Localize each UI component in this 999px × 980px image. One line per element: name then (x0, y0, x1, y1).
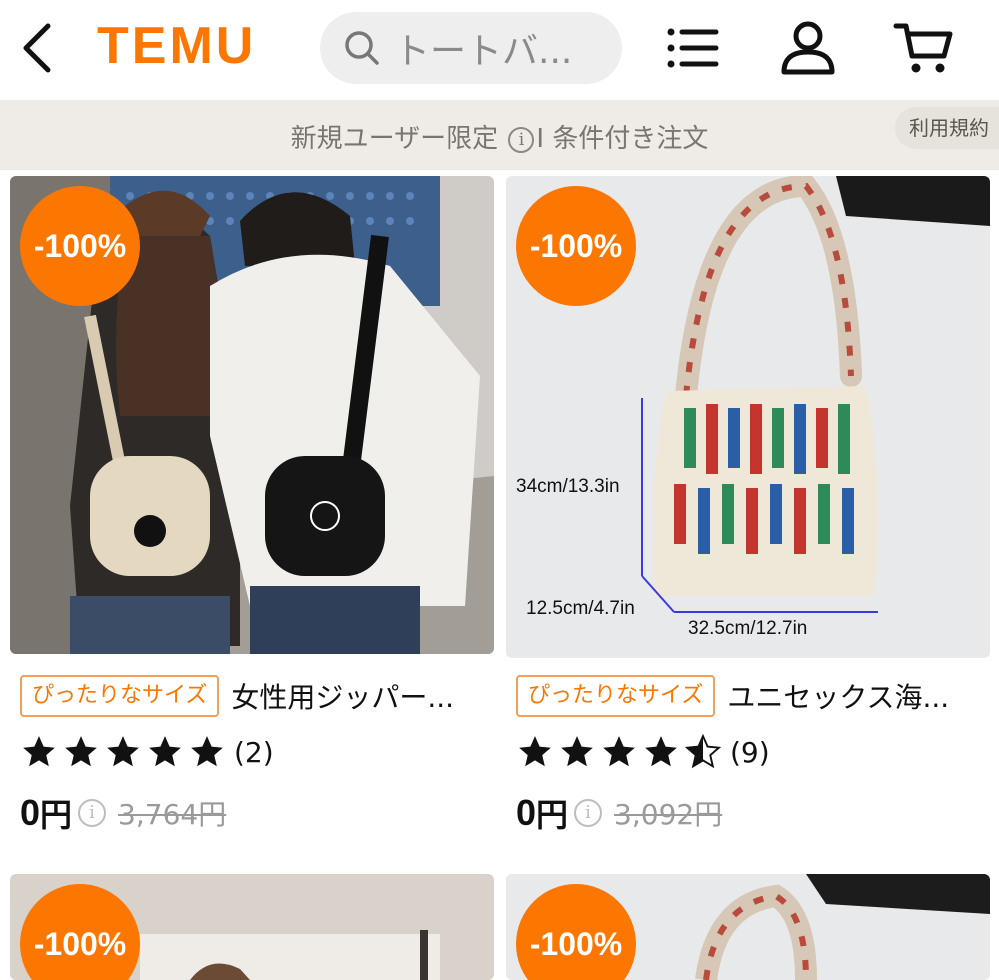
star-icon (519, 736, 551, 767)
star-icon (603, 736, 635, 767)
star-icon (65, 736, 97, 767)
star-icon (107, 736, 139, 767)
back-arrow-icon[interactable] (18, 20, 58, 76)
terms-button[interactable]: 利用規約 (895, 107, 999, 149)
star-icon (149, 736, 181, 767)
currency: 円 (536, 796, 569, 834)
price-row: 0円 i 3,764円 (20, 788, 226, 838)
product-card[interactable]: 34cm/13.3in 12.5cm/4.7in 32.5cm/12.7in -… (506, 176, 992, 876)
promo-prefix: 新規ユーザー限定 (290, 124, 499, 154)
product-card[interactable]: -100% ぴったりなサイズ 女性用ジッパー... (2) 0円 i 3,764… (10, 176, 496, 876)
top-header: TEMU トートバ... (0, 0, 999, 100)
info-icon[interactable]: i (78, 799, 107, 827)
search-bar[interactable]: トートバ... (320, 12, 622, 84)
product-title-row[interactable]: ぴったりなサイズ ユニセックス海... (516, 674, 986, 718)
star-icon (561, 736, 593, 767)
search-icon (345, 31, 379, 65)
account-icon[interactable] (776, 18, 840, 78)
original-price: 3,764円 (118, 798, 227, 831)
info-icon[interactable]: i (574, 799, 603, 827)
star-rating (20, 733, 226, 771)
dimension-height-label: 34cm/13.3in (516, 476, 620, 497)
dimension-depth-label: 12.5cm/4.7in (526, 598, 635, 619)
cart-icon[interactable] (892, 18, 956, 78)
dimension-width-label: 32.5cm/12.7in (688, 618, 808, 639)
rating-row[interactable]: (9) (516, 732, 770, 772)
review-count[interactable]: (9) (730, 736, 770, 769)
star-icon (645, 736, 677, 767)
search-placeholder: トートバ... (394, 31, 573, 72)
original-price: 3,092円 (614, 798, 723, 831)
product-card[interactable]: -100% (10, 874, 496, 980)
star-rating (516, 733, 722, 771)
size-tag: ぴったりなサイズ (516, 675, 716, 717)
star-icon (23, 736, 55, 767)
discount-badge: -100% (20, 186, 140, 306)
product-card[interactable]: -100% (506, 874, 992, 980)
info-icon[interactable]: i (508, 127, 535, 153)
promo-banner: 新規ユーザー限定 iI 条件付き注文 (0, 100, 999, 170)
product-title-row[interactable]: ぴったりなサイズ 女性用ジッパー... (20, 674, 490, 718)
promo-suffix: I 条件付き注文 (536, 124, 709, 154)
list-icon[interactable] (662, 18, 726, 78)
promo-text: 新規ユーザー限定 iI 条件付き注文 (0, 118, 999, 155)
current-price: 0 (516, 792, 537, 833)
review-count[interactable]: (2) (234, 736, 274, 769)
currency: 円 (40, 796, 73, 834)
product-title[interactable]: 女性用ジッパー... (231, 676, 454, 716)
rating-row[interactable]: (2) (20, 732, 274, 772)
size-tag: ぴったりなサイズ (20, 675, 220, 717)
star-icon (191, 736, 223, 767)
half-star-icon (684, 733, 722, 769)
current-price: 0 (20, 792, 41, 833)
discount-badge: -100% (516, 186, 636, 306)
temu-logo[interactable]: TEMU (97, 16, 256, 76)
price-row: 0円 i 3,092円 (516, 788, 722, 838)
product-title[interactable]: ユニセックス海... (727, 676, 949, 716)
